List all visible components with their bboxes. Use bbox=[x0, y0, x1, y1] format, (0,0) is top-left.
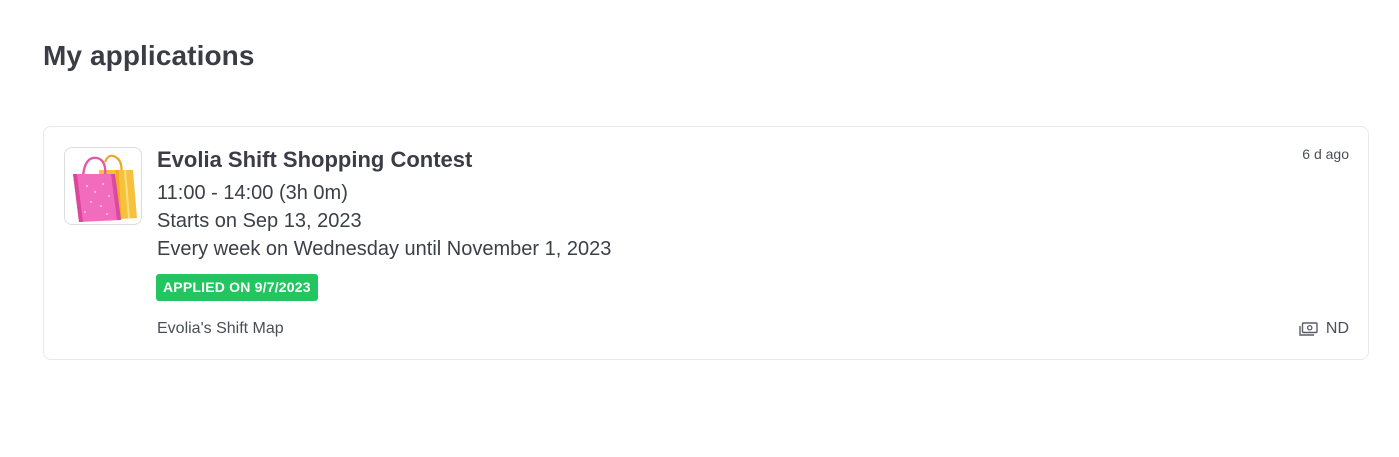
time-range: 11:00 - 14:00 (3h 0m) bbox=[157, 182, 348, 204]
shift-map-name: Evolia's Shift Map bbox=[157, 320, 284, 337]
pay-info: ND bbox=[1299, 320, 1349, 338]
shopping-bags-icon bbox=[64, 147, 142, 225]
page-title: My applications bbox=[43, 40, 255, 71]
pay-label: ND bbox=[1325, 320, 1349, 337]
application-card[interactable]: Evolia Shift Shopping Contest 11:00 - 14… bbox=[43, 126, 1369, 360]
start-date: Starts on Sep 13, 2023 bbox=[157, 210, 362, 232]
cash-icon bbox=[1299, 322, 1318, 336]
page: My applications Evolia Shift Shopping Co… bbox=[0, 0, 1399, 457]
application-title[interactable]: Evolia Shift Shopping Contest bbox=[157, 147, 472, 173]
posted-ago: 6 d ago bbox=[1302, 146, 1349, 162]
recurrence: Every week on Wednesday until November 1… bbox=[157, 238, 612, 260]
status-badge: APPLIED ON 9/7/2023 bbox=[156, 274, 318, 301]
